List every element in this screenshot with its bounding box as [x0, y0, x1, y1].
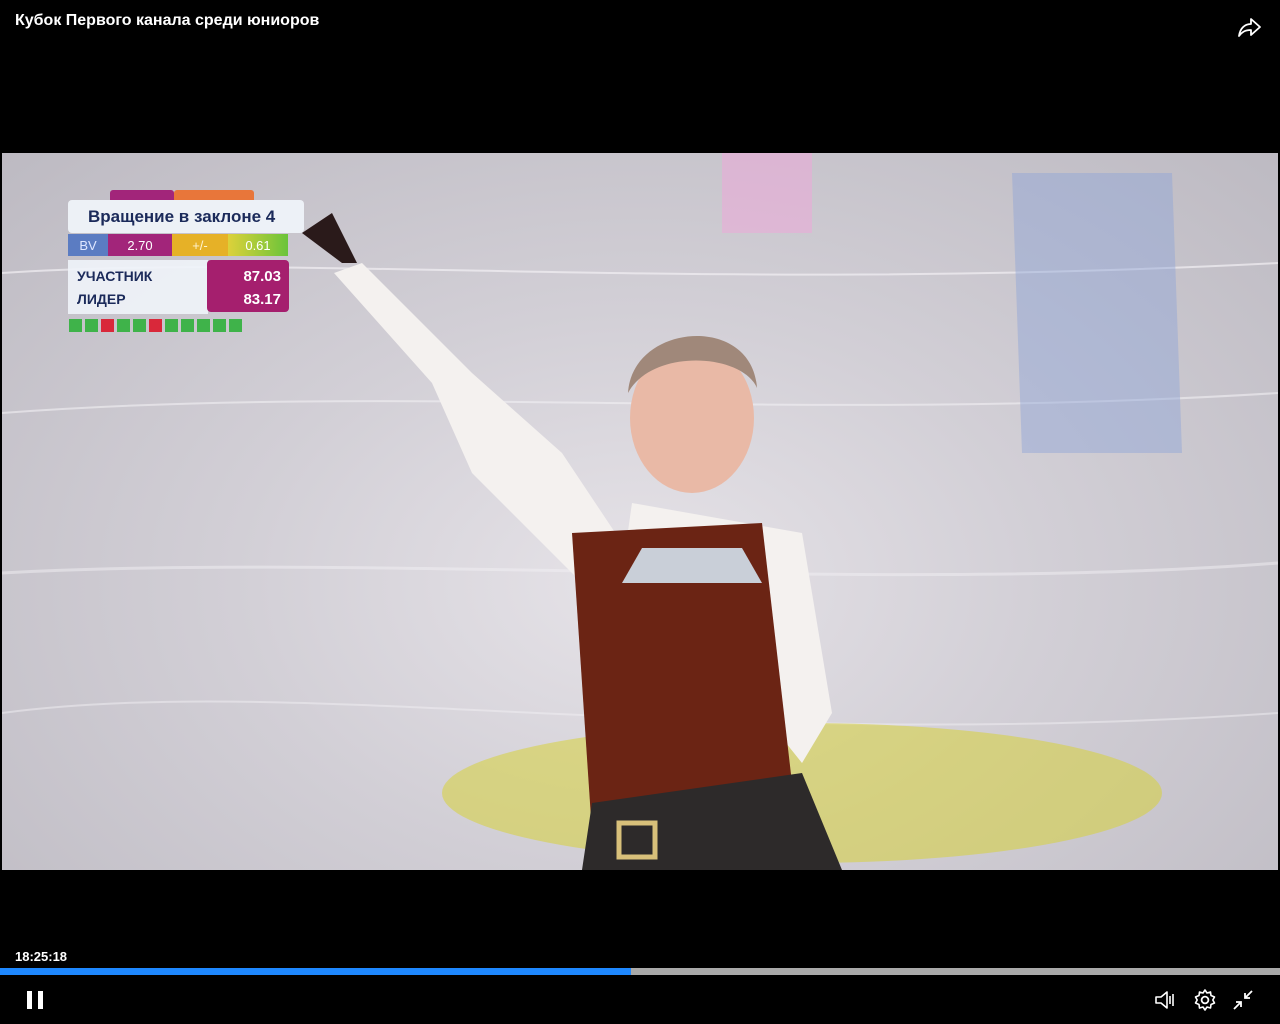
graphic-color-tabs-2	[174, 190, 254, 200]
pause-button[interactable]	[22, 986, 48, 1014]
leader-score: 83.17	[243, 291, 281, 308]
score-graphic: Вращение в заклоне 4 BV 2.70 +/- 0.61 УЧ…	[62, 190, 306, 340]
share-button[interactable]	[1236, 14, 1264, 40]
pause-icon	[27, 991, 43, 1009]
graphic-color-tabs	[110, 190, 174, 200]
element-marker	[181, 319, 194, 332]
goe-label: +/-	[172, 234, 228, 256]
participant-score: 87.03	[243, 268, 281, 285]
exit-fullscreen-button[interactable]	[1230, 986, 1256, 1014]
element-marker	[165, 319, 178, 332]
element-marker	[197, 319, 210, 332]
element-marker	[101, 319, 114, 332]
element-marker	[229, 319, 242, 332]
element-markers	[69, 319, 242, 332]
progress-fill	[0, 968, 632, 975]
volume-button[interactable]	[1152, 986, 1178, 1014]
settings-button[interactable]	[1191, 986, 1219, 1014]
element-marker	[213, 319, 226, 332]
element-marker	[85, 319, 98, 332]
score-labels: УЧАСТНИК ЛИДЕР	[68, 260, 208, 314]
volume-icon	[1155, 991, 1174, 1009]
element-marker	[117, 319, 130, 332]
video-title: Кубок Первого канала среди юниоров	[15, 12, 320, 29]
progress-bar[interactable]	[0, 968, 1280, 975]
participant-label: УЧАСТНИК	[77, 268, 153, 284]
bv-value: 2.70	[108, 234, 172, 256]
element-marker	[133, 319, 146, 332]
current-time: 18:25:18	[15, 949, 68, 964]
gear-icon	[1194, 989, 1216, 1011]
score-values: 87.03 83.17	[207, 260, 289, 312]
goe-value: 0.61	[228, 234, 288, 256]
element-name: Вращение в заклоне 4	[68, 200, 304, 233]
bv-label: BV	[68, 234, 108, 256]
leader-label: ЛИДЕР	[77, 291, 126, 307]
exit-fullscreen-icon	[1233, 990, 1253, 1010]
share-icon	[1238, 18, 1261, 37]
element-marker	[149, 319, 162, 332]
element-marker	[69, 319, 82, 332]
